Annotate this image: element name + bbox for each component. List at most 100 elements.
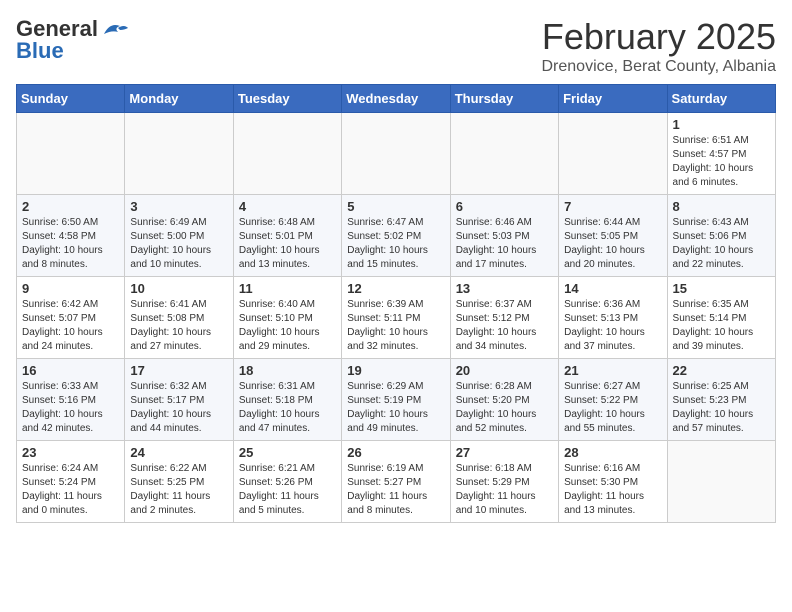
- day-number: 14: [564, 281, 661, 296]
- day-number: 8: [673, 199, 770, 214]
- day-info: Sunrise: 6:25 AM Sunset: 5:23 PM Dayligh…: [673, 380, 770, 436]
- calendar-cell: 20 Sunrise: 6:28 AM Sunset: 5:20 PM Dayli…: [450, 359, 558, 441]
- calendar-cell: 5 Sunrise: 6:47 AM Sunset: 5:02 PM Daylig…: [342, 195, 450, 277]
- day-info: Sunrise: 6:29 AM Sunset: 5:19 PM Dayligh…: [347, 380, 444, 436]
- calendar-cell: [233, 113, 341, 195]
- calendar-day-header: Monday: [125, 85, 233, 113]
- day-info: Sunrise: 6:21 AM Sunset: 5:26 PM Dayligh…: [239, 462, 336, 518]
- day-info: Sunrise: 6:50 AM Sunset: 4:58 PM Dayligh…: [22, 216, 119, 272]
- day-info: Sunrise: 6:18 AM Sunset: 5:29 PM Dayligh…: [456, 462, 553, 518]
- day-number: 19: [347, 363, 444, 378]
- calendar-cell: 12 Sunrise: 6:39 AM Sunset: 5:11 PM Dayli…: [342, 277, 450, 359]
- day-number: 18: [239, 363, 336, 378]
- month-year-title: February 2025: [542, 16, 777, 58]
- calendar-table: SundayMondayTuesdayWednesdayThursdayFrid…: [16, 84, 776, 523]
- day-info: Sunrise: 6:39 AM Sunset: 5:11 PM Dayligh…: [347, 298, 444, 354]
- location-subtitle: Drenovice, Berat County, Albania: [542, 58, 777, 76]
- calendar-cell: 16 Sunrise: 6:33 AM Sunset: 5:16 PM Dayli…: [17, 359, 125, 441]
- calendar-cell: 15 Sunrise: 6:35 AM Sunset: 5:14 PM Dayli…: [667, 277, 775, 359]
- logo-bird-icon: [100, 20, 128, 38]
- day-info: Sunrise: 6:24 AM Sunset: 5:24 PM Dayligh…: [22, 462, 119, 518]
- day-number: 15: [673, 281, 770, 296]
- calendar-day-header: Thursday: [450, 85, 558, 113]
- calendar-cell: 2Sunrise: 6:50 AM Sunset: 4:58 PM Daylig…: [17, 195, 125, 277]
- calendar-day-header: Tuesday: [233, 85, 341, 113]
- calendar-cell: 21Sunrise: 6:27 AM Sunset: 5:22 PM Dayli…: [559, 359, 667, 441]
- day-number: 3: [130, 199, 227, 214]
- calendar-day-header: Friday: [559, 85, 667, 113]
- day-info: Sunrise: 6:32 AM Sunset: 5:17 PM Dayligh…: [130, 380, 227, 436]
- day-number: 27: [456, 445, 553, 460]
- day-number: 25: [239, 445, 336, 460]
- calendar-cell: 26 Sunrise: 6:19 AM Sunset: 5:27 PM Dayli…: [342, 441, 450, 523]
- calendar-cell: 27 Sunrise: 6:18 AM Sunset: 5:29 PM Dayli…: [450, 441, 558, 523]
- day-info: Sunrise: 6:36 AM Sunset: 5:13 PM Dayligh…: [564, 298, 661, 354]
- day-info: Sunrise: 6:47 AM Sunset: 5:02 PM Dayligh…: [347, 216, 444, 272]
- calendar-day-header: Wednesday: [342, 85, 450, 113]
- day-info: Sunrise: 6:46 AM Sunset: 5:03 PM Dayligh…: [456, 216, 553, 272]
- calendar-week-row: 23 Sunrise: 6:24 AM Sunset: 5:24 PM Dayli…: [17, 441, 776, 523]
- day-number: 13: [456, 281, 553, 296]
- day-number: 6: [456, 199, 553, 214]
- calendar-day-header: Sunday: [17, 85, 125, 113]
- calendar-day-header: Saturday: [667, 85, 775, 113]
- day-number: 9: [22, 281, 119, 296]
- day-number: 20: [456, 363, 553, 378]
- day-info: Sunrise: 6:27 AM Sunset: 5:22 PM Dayligh…: [564, 380, 661, 436]
- day-info: Sunrise: 6:22 AM Sunset: 5:25 PM Dayligh…: [130, 462, 227, 518]
- day-number: 11: [239, 281, 336, 296]
- day-number: 12: [347, 281, 444, 296]
- calendar-cell: [125, 113, 233, 195]
- day-number: 24: [130, 445, 227, 460]
- day-info: Sunrise: 6:48 AM Sunset: 5:01 PM Dayligh…: [239, 216, 336, 272]
- calendar-cell: [342, 113, 450, 195]
- calendar-week-row: 1 Sunrise: 6:51 AM Sunset: 4:57 PM Daylig…: [17, 113, 776, 195]
- day-info: Sunrise: 6:41 AM Sunset: 5:08 PM Dayligh…: [130, 298, 227, 354]
- calendar-week-row: 9 Sunrise: 6:42 AM Sunset: 5:07 PM Daylig…: [17, 277, 776, 359]
- day-info: Sunrise: 6:31 AM Sunset: 5:18 PM Dayligh…: [239, 380, 336, 436]
- calendar-cell: [450, 113, 558, 195]
- calendar-cell: 11Sunrise: 6:40 AM Sunset: 5:10 PM Dayli…: [233, 277, 341, 359]
- day-number: 26: [347, 445, 444, 460]
- calendar-cell: 14 Sunrise: 6:36 AM Sunset: 5:13 PM Dayli…: [559, 277, 667, 359]
- day-info: Sunrise: 6:51 AM Sunset: 4:57 PM Dayligh…: [673, 134, 770, 190]
- day-info: Sunrise: 6:33 AM Sunset: 5:16 PM Dayligh…: [22, 380, 119, 436]
- calendar-cell: 25 Sunrise: 6:21 AM Sunset: 5:26 PM Dayli…: [233, 441, 341, 523]
- calendar-week-row: 2Sunrise: 6:50 AM Sunset: 4:58 PM Daylig…: [17, 195, 776, 277]
- calendar-cell: 4Sunrise: 6:48 AM Sunset: 5:01 PM Daylig…: [233, 195, 341, 277]
- calendar-cell: 10 Sunrise: 6:41 AM Sunset: 5:08 PM Dayli…: [125, 277, 233, 359]
- calendar-cell: 18 Sunrise: 6:31 AM Sunset: 5:18 PM Dayli…: [233, 359, 341, 441]
- header: General Blue February 2025 Drenovice, Be…: [16, 16, 776, 76]
- day-number: 16: [22, 363, 119, 378]
- logo: General Blue: [16, 16, 128, 64]
- day-info: Sunrise: 6:42 AM Sunset: 5:07 PM Dayligh…: [22, 298, 119, 354]
- day-number: 10: [130, 281, 227, 296]
- calendar-cell: [559, 113, 667, 195]
- day-info: Sunrise: 6:19 AM Sunset: 5:27 PM Dayligh…: [347, 462, 444, 518]
- calendar-cell: 28 Sunrise: 6:16 AM Sunset: 5:30 PM Dayli…: [559, 441, 667, 523]
- day-info: Sunrise: 6:44 AM Sunset: 5:05 PM Dayligh…: [564, 216, 661, 272]
- calendar-week-row: 16 Sunrise: 6:33 AM Sunset: 5:16 PM Dayli…: [17, 359, 776, 441]
- day-info: Sunrise: 6:16 AM Sunset: 5:30 PM Dayligh…: [564, 462, 661, 518]
- day-number: 5: [347, 199, 444, 214]
- calendar-cell: 17Sunrise: 6:32 AM Sunset: 5:17 PM Dayli…: [125, 359, 233, 441]
- calendar-cell: [17, 113, 125, 195]
- calendar-cell: 8 Sunrise: 6:43 AM Sunset: 5:06 PM Daylig…: [667, 195, 775, 277]
- day-info: Sunrise: 6:37 AM Sunset: 5:12 PM Dayligh…: [456, 298, 553, 354]
- logo-blue-text: Blue: [16, 38, 64, 64]
- calendar-cell: 1 Sunrise: 6:51 AM Sunset: 4:57 PM Daylig…: [667, 113, 775, 195]
- day-number: 7: [564, 199, 661, 214]
- calendar-cell: [667, 441, 775, 523]
- day-info: Sunrise: 6:28 AM Sunset: 5:20 PM Dayligh…: [456, 380, 553, 436]
- day-number: 23: [22, 445, 119, 460]
- day-number: 1: [673, 117, 770, 132]
- day-info: Sunrise: 6:35 AM Sunset: 5:14 PM Dayligh…: [673, 298, 770, 354]
- calendar-cell: 24 Sunrise: 6:22 AM Sunset: 5:25 PM Dayli…: [125, 441, 233, 523]
- calendar-cell: 3Sunrise: 6:49 AM Sunset: 5:00 PM Daylig…: [125, 195, 233, 277]
- day-info: Sunrise: 6:43 AM Sunset: 5:06 PM Dayligh…: [673, 216, 770, 272]
- title-area: February 2025 Drenovice, Berat County, A…: [542, 16, 777, 76]
- calendar-cell: 19 Sunrise: 6:29 AM Sunset: 5:19 PM Dayli…: [342, 359, 450, 441]
- day-number: 28: [564, 445, 661, 460]
- calendar-cell: 22 Sunrise: 6:25 AM Sunset: 5:23 PM Dayli…: [667, 359, 775, 441]
- day-number: 22: [673, 363, 770, 378]
